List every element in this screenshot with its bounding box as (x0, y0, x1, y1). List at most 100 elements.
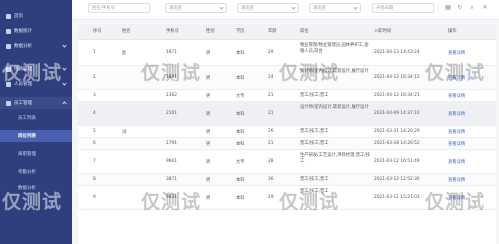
watermark: 仅测试 (141, 62, 202, 84)
table-row[interactable]: 3 1362 男 大专 21 普工/技工,普工 2021-04-12 16:34:21 查看详… (78, 90, 496, 102)
date-filter[interactable]: 开始日期 (372, 3, 434, 13)
search-input[interactable]: 姓名/手机号 (88, 3, 150, 13)
cell-gender: 男 (206, 94, 211, 99)
cell-age: 28 (268, 159, 274, 164)
watermark: 仅测试 (425, 62, 486, 84)
cell-no: 4 (93, 111, 96, 116)
cell-no: 5 (93, 129, 96, 134)
watermark: 仅测试 (2, 191, 63, 213)
cell-age: 21 (268, 141, 274, 146)
cell-post: 设计师/室内设计,软装设计,展厅设计 (300, 105, 369, 110)
cell-post: 普工/技工,普工 (300, 93, 329, 98)
select-filter-2[interactable]: 请选择 (237, 3, 299, 13)
cell-name: 彭 (122, 51, 127, 56)
chart-icon (6, 28, 11, 34)
cell-action[interactable]: 查看详情 (448, 129, 465, 135)
cell-name: 试 (122, 130, 127, 135)
column-header: 序号 (93, 29, 102, 34)
cell-date: 2021-04-12 16:34:21 (374, 93, 420, 98)
cell-gender: 男 (206, 142, 211, 147)
cell-no: 2 (93, 75, 96, 80)
close-icon[interactable]: ✕ (482, 5, 488, 11)
select-placeholder: 请选择 (241, 6, 254, 11)
cell-edu: 本科 (236, 51, 245, 56)
sidebar-item-statistics[interactable]: 数据统计 (0, 25, 72, 37)
sidebar-item-analysis[interactable]: 数据分析 (0, 40, 72, 52)
table-row[interactable]: 6 1791 男 本科 21 普工/技工,普工 2021-03-28 14:26:52 查看详… (78, 138, 496, 150)
cell-post: 普工/技工,普工 (300, 129, 329, 134)
chevron-down-icon (291, 5, 296, 10)
chevron-down-icon (353, 5, 358, 10)
cell-no: 1 (93, 50, 96, 55)
cell-action[interactable]: 查看详情 (448, 177, 465, 183)
cell-post: 生产研发/工艺设计,项目经理,普工/技工 (300, 153, 371, 164)
column-header: 入职时间 (374, 29, 392, 34)
table-row[interactable]: 4 2101 男 本科 21 设计师/室内设计,软装设计,展厅设计 2021-04-09 1… (78, 102, 496, 126)
search-placeholder: 姓名/手机号 (92, 6, 115, 11)
column-header: 年龄 (268, 29, 277, 34)
cell-age: 21 (268, 111, 274, 116)
sidebar-group-staff[interactable]: 员工管理 (0, 97, 72, 109)
staff-icon (6, 100, 11, 106)
search-icon[interactable]: ⌕ (469, 5, 475, 11)
cell-phone: 2101 (166, 111, 177, 116)
sidebar-item-label: 数据统计 (14, 29, 32, 34)
select-filter-1[interactable]: 请选择 (165, 3, 227, 13)
sidebar-item-label: 首页 (14, 14, 23, 19)
filter-bar: 姓名/手机号 请选择 请选择 请选择 开始日期 ▦ ↻ ⌕ ✕ (72, 0, 499, 20)
select-filter-3[interactable]: 请选择 (309, 3, 361, 13)
cell-age: 29 (268, 195, 274, 200)
cell-post: 普工/技工,普工 (300, 141, 329, 146)
cell-post: 普工/技工,普工 (300, 177, 329, 182)
cell-edu: 大专 (236, 160, 245, 165)
sidebar-subitem-label: 考勤分析 (18, 170, 36, 175)
cell-no: 9 (93, 195, 96, 200)
sidebar-item-home[interactable]: 首页 (0, 10, 72, 22)
column-header: 姓名 (122, 29, 131, 34)
cell-gender: 男 (206, 178, 211, 183)
watermark: 仅测试 (279, 191, 340, 213)
chevron-down-icon (219, 5, 224, 10)
cell-no: 3 (93, 93, 96, 98)
column-header: 岗位 (300, 29, 309, 34)
cell-phone: 1791 (166, 141, 177, 146)
column-header: 性别 (206, 29, 215, 34)
cell-action[interactable]: 查看详情 (448, 111, 465, 117)
table-row[interactable]: 7 9601 男 大专 28 生产研发/工艺设计,项目经理,普工/技工 2021-03-12… (78, 150, 496, 174)
cell-gender: 男 (206, 112, 211, 117)
cell-age: 29 (268, 50, 274, 55)
cell-action[interactable]: 查看详情 (448, 159, 465, 165)
home-icon (6, 13, 11, 19)
cell-gender: 男 (206, 51, 211, 56)
cell-no: 6 (93, 141, 96, 146)
cell-date: 2021-03-12 16:51:49 (374, 159, 420, 164)
cell-action[interactable]: 查看详情 (448, 141, 465, 147)
date-placeholder: 开始日期 (376, 6, 394, 11)
refresh-icon[interactable]: ↻ (457, 5, 463, 11)
cell-gender: 男 (206, 196, 211, 201)
watermark: 仅测试 (2, 62, 63, 84)
column-header: 学历 (236, 29, 245, 34)
sidebar-subitem-resign[interactable]: 离职管理 (0, 148, 72, 160)
sidebar-subitem-attendance[interactable]: 考勤分析 (0, 166, 72, 178)
cell-edu: 本科 (236, 112, 245, 117)
cell-edu: 本科 (236, 130, 245, 135)
cell-action[interactable]: 查看详情 (448, 93, 465, 99)
table-row[interactable]: 8 3871 男 本科 36 普工/技工,普工 2021-03-12 12:52:30 查看详… (78, 174, 496, 186)
column-header: 操作 (448, 29, 457, 34)
table-row[interactable]: 5 试 男 本科 26 普工/技工,普工 2021-03-31 14:20:29 查看详情 (78, 126, 496, 138)
cell-phone: 1362 (166, 93, 177, 98)
cell-date: 2021-04-12 16:34:12 (374, 75, 420, 80)
calendar-icon[interactable]: ▦ (445, 5, 451, 11)
cell-edu: 本科 (236, 142, 245, 147)
cell-edu: 本科 (236, 76, 245, 81)
cell-action[interactable]: 查看详情 (448, 50, 465, 56)
sidebar-subitem-posts[interactable]: 岗位列表 (0, 130, 72, 142)
sidebar-subitem-staff-list[interactable]: 员工列表 (0, 112, 72, 124)
cell-date: 2021-03-28 14:26:52 (374, 141, 420, 146)
analysis-icon (6, 43, 11, 49)
cell-age: 21 (268, 93, 274, 98)
chevron-down-icon (62, 66, 67, 71)
chevron-down-icon (62, 43, 67, 48)
chevron-down-icon (62, 81, 67, 86)
